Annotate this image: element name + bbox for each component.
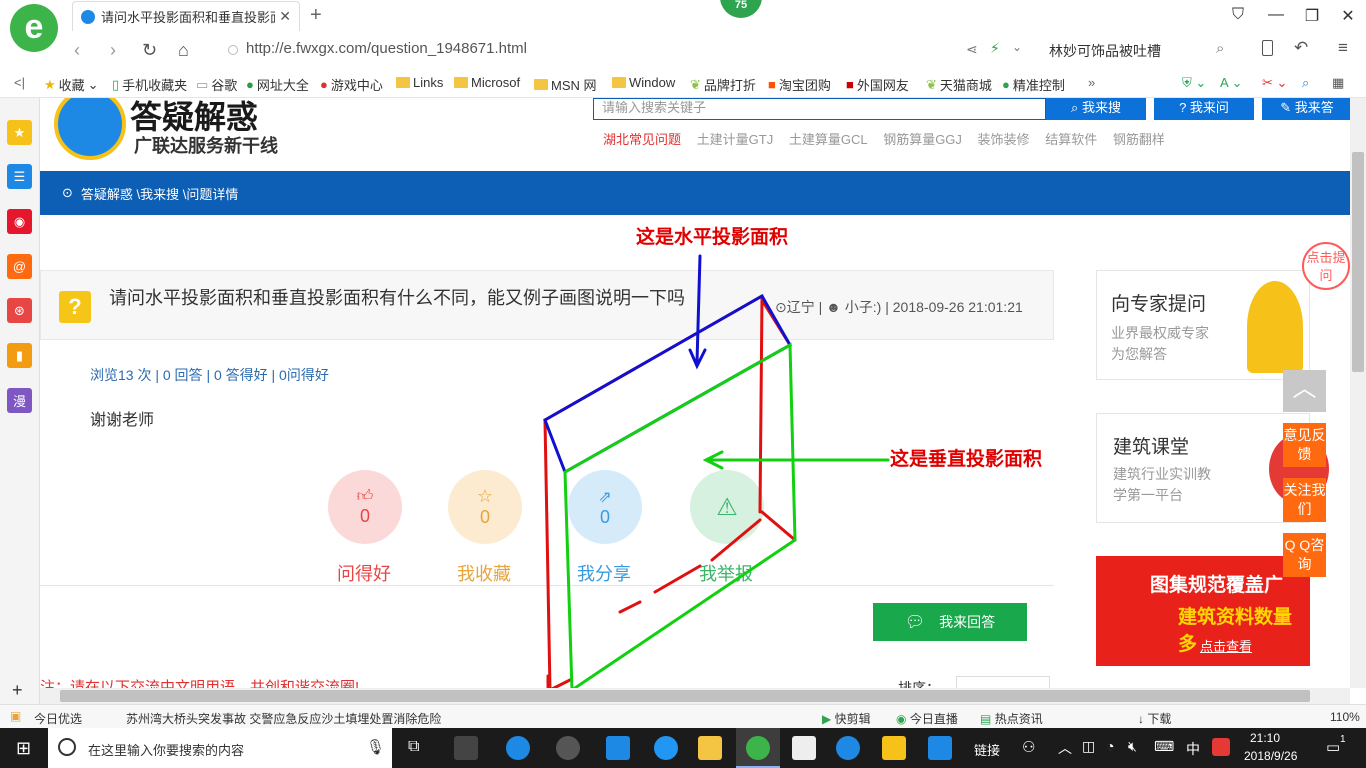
hot-news-item[interactable]: ▤ 热点资讯	[980, 710, 1043, 727]
sketch-red-dashed	[618, 518, 762, 614]
browser-e-icon	[746, 736, 770, 760]
news-icon: ▤	[980, 712, 992, 726]
pinwheel-app-icon[interactable]	[454, 736, 478, 760]
notification-count: 1	[1340, 734, 1346, 745]
projection-sketch	[543, 254, 890, 694]
ime-indicator[interactable]: 中	[1186, 739, 1200, 759]
active-browser-task[interactable]	[736, 728, 780, 768]
people-icon[interactable]: ⚇	[1022, 738, 1035, 756]
windows-start-icon[interactable]: ⊞	[16, 738, 31, 759]
news-ticker[interactable]: 苏州湾大桥头突发事故 交警应急反应沙土填埋处置消除危险	[126, 710, 441, 727]
notification-icon[interactable]: ▭	[1326, 738, 1340, 756]
ie-browser-icon[interactable]	[506, 736, 530, 760]
browser-logo[interactable]: e	[10, 4, 58, 52]
clock-date[interactable]: 2018/9/26	[1244, 749, 1297, 763]
edge-icon[interactable]	[606, 736, 630, 760]
download-item[interactable]: ↓ 下载	[1138, 710, 1171, 727]
plus-app-icon[interactable]	[928, 736, 952, 760]
browser-statusbar: ▣ 今日优选 苏州湾大桥头突发事故 交警应急反应沙土填埋处置消除危险 ▶ 快剪辑…	[0, 704, 1366, 728]
taskbar-search-placeholder: 在这里输入你要搜索的内容	[88, 743, 245, 758]
quick-edit-item[interactable]: ▶ 快剪辑	[822, 710, 871, 727]
horizontal-scrollbar[interactable]	[40, 688, 1350, 704]
links-toolbar[interactable]: 链接	[974, 740, 1000, 759]
taskbar-search-box[interactable]: 在这里输入你要搜索的内容 🎙︎	[48, 728, 392, 768]
wifi-icon[interactable]: ◔	[1106, 738, 1114, 754]
microphone-icon[interactable]: 🎙︎	[366, 738, 385, 756]
mail-app-icon[interactable]	[792, 736, 816, 760]
volume-mute-icon[interactable]: 🔇︎	[1128, 738, 1137, 755]
sketch-blue-top	[543, 293, 793, 475]
today-picks[interactable]: 今日优选	[34, 710, 82, 727]
ie-icon[interactable]	[654, 736, 678, 760]
sogou-icon[interactable]	[1212, 738, 1230, 756]
sketch-green-arrow	[702, 450, 890, 470]
tray-chevron-icon[interactable]: ︿	[1058, 738, 1072, 758]
glodon-app-icon[interactable]	[836, 736, 860, 760]
search-circle-icon	[58, 738, 76, 756]
cloud-app-icon[interactable]	[556, 736, 580, 760]
download-icon: ↓	[1138, 712, 1144, 726]
network-icon[interactable]: ◫	[1082, 738, 1095, 755]
live-icon: ◉	[896, 712, 907, 726]
live-item[interactable]: ◉ 今日直播	[896, 710, 958, 727]
windows-taskbar: ⊞ 在这里输入你要搜索的内容 🎙︎ ⧉ 链接 ⚇ ︿ ◫ ◔ 🔇︎ ⌨ 中 21…	[0, 728, 1366, 768]
notes-app-icon[interactable]	[882, 736, 906, 760]
video-icon: ▶	[822, 712, 832, 726]
sketch-red-edges	[543, 294, 797, 692]
clock-time[interactable]: 21:10	[1250, 731, 1280, 745]
zoom-level[interactable]: 110%	[1330, 710, 1360, 724]
vertical-scrollbar[interactable]	[1350, 98, 1366, 688]
keyboard-icon[interactable]: ⌨	[1154, 738, 1174, 755]
task-view-icon[interactable]: ⧉	[408, 738, 419, 756]
sketch-blue-arrow	[688, 254, 707, 370]
vscroll-thumb[interactable]	[1352, 152, 1364, 372]
file-explorer-icon[interactable]	[698, 736, 722, 760]
hscroll-thumb[interactable]	[60, 690, 1310, 702]
gift-icon: ▣	[10, 709, 22, 723]
